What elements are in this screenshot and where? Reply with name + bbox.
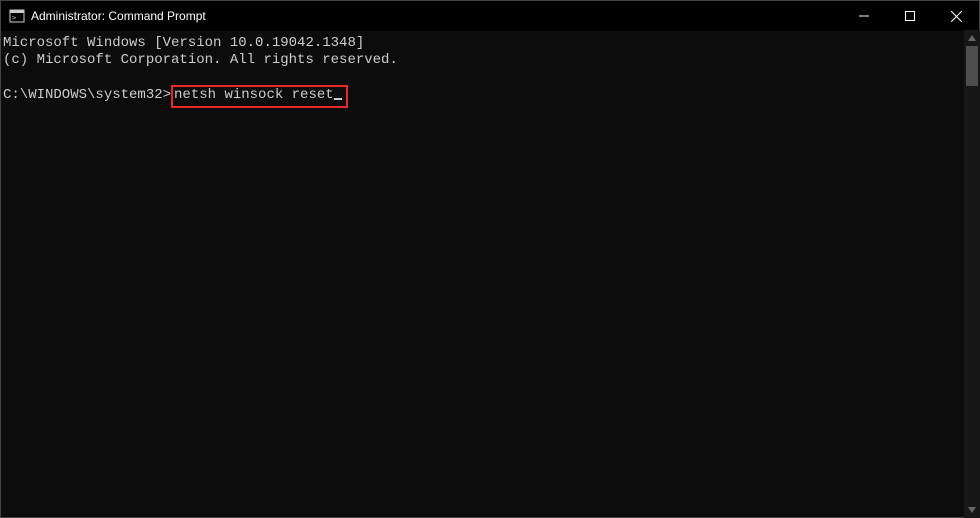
- cursor: [334, 98, 342, 100]
- version-line: Microsoft Windows [Version 10.0.19042.13…: [3, 35, 364, 51]
- command-text: netsh winsock reset: [174, 87, 334, 103]
- scroll-thumb[interactable]: [966, 46, 978, 86]
- window-title: Administrator: Command Prompt: [31, 9, 206, 23]
- window-controls: [841, 1, 979, 31]
- scroll-up-arrow[interactable]: [964, 30, 980, 46]
- close-button[interactable]: [933, 1, 979, 31]
- titlebar[interactable]: >_ Administrator: Command Prompt: [1, 1, 979, 31]
- scrollbar[interactable]: [964, 30, 980, 518]
- command-highlight: netsh winsock reset: [171, 85, 348, 108]
- minimize-button[interactable]: [841, 1, 887, 31]
- terminal-body[interactable]: Microsoft Windows [Version 10.0.19042.13…: [1, 31, 979, 517]
- svg-text:>_: >_: [12, 14, 21, 22]
- cmd-icon: >_: [9, 8, 25, 24]
- scroll-track[interactable]: [964, 46, 980, 502]
- command-prompt-window: >_ Administrator: Command Prompt Microso…: [0, 0, 980, 518]
- prompt: C:\WINDOWS\system32>: [3, 87, 171, 103]
- maximize-button[interactable]: [887, 1, 933, 31]
- copyright-line: (c) Microsoft Corporation. All rights re…: [3, 52, 398, 68]
- scroll-down-arrow[interactable]: [964, 502, 980, 518]
